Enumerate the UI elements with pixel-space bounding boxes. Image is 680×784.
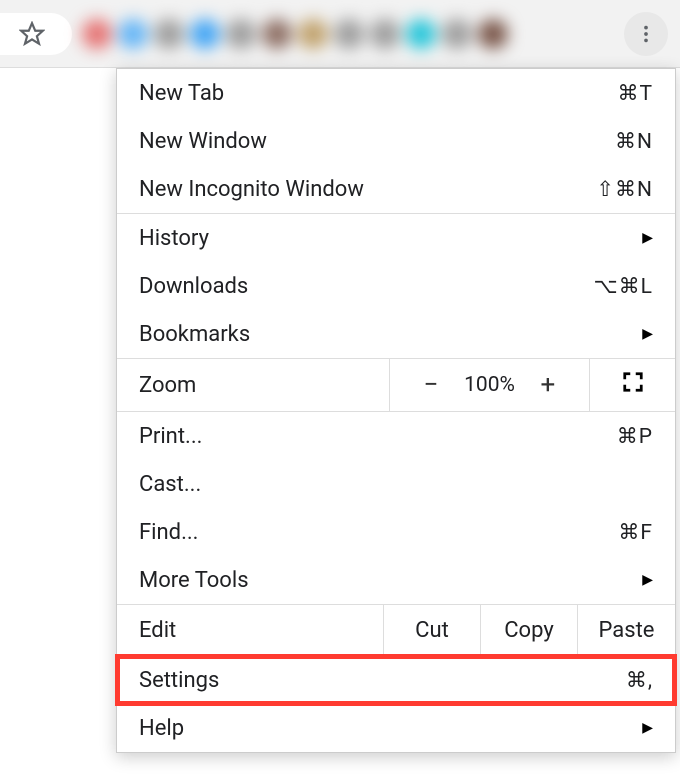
menu-section-settings: Settings ⌘, Help ▶	[117, 656, 675, 752]
menu-label: Find...	[139, 520, 618, 545]
menu-section-zoom: Zoom − 100% +	[117, 359, 675, 412]
extension-icon[interactable]	[442, 19, 472, 49]
menu-shortcut: ⌥⌘L	[593, 274, 653, 299]
menu-shortcut: ⌘F	[618, 520, 653, 545]
extension-icon[interactable]	[190, 19, 220, 49]
menu-item-settings[interactable]: Settings ⌘,	[117, 656, 675, 704]
menu-label: Print...	[139, 424, 617, 449]
chevron-right-icon: ▶	[642, 230, 653, 246]
menu-item-cast[interactable]: Cast...	[117, 460, 675, 508]
menu-item-print[interactable]: Print... ⌘P	[117, 412, 675, 460]
edit-row: Edit Cut Copy Paste	[117, 605, 675, 655]
extension-icon[interactable]	[82, 19, 112, 49]
menu-item-more-tools[interactable]: More Tools ▶	[117, 556, 675, 604]
zoom-value: 100%	[464, 373, 515, 397]
menu-item-bookmarks[interactable]: Bookmarks ▶	[117, 310, 675, 358]
menu-label: Help	[139, 716, 642, 741]
menu-item-help[interactable]: Help ▶	[117, 704, 675, 752]
menu-label: Cast...	[139, 472, 653, 497]
edit-paste-button[interactable]: Paste	[578, 605, 675, 655]
extension-icon[interactable]	[118, 19, 148, 49]
menu-item-downloads[interactable]: Downloads ⌥⌘L	[117, 262, 675, 310]
extension-icon[interactable]	[226, 19, 256, 49]
menu-section-edit: Edit Cut Copy Paste	[117, 605, 675, 656]
menu-label: Settings	[139, 668, 626, 693]
menu-item-new-window[interactable]: New Window ⌘N	[117, 117, 675, 165]
chevron-right-icon: ▶	[642, 572, 653, 588]
menu-label: New Incognito Window	[139, 177, 596, 202]
chevron-right-icon: ▶	[642, 720, 653, 736]
main-menu-dropdown: New Tab ⌘T New Window ⌘N New Incognito W…	[116, 68, 676, 753]
menu-item-history[interactable]: History ▶	[117, 214, 675, 262]
menu-item-find[interactable]: Find... ⌘F	[117, 508, 675, 556]
extension-icon[interactable]	[298, 19, 328, 49]
menu-shortcut: ⇧⌘N	[596, 177, 653, 202]
menu-label: New Tab	[139, 81, 617, 106]
extension-icon[interactable]	[370, 19, 400, 49]
menu-section-new: New Tab ⌘T New Window ⌘N New Incognito W…	[117, 69, 675, 214]
menu-section-tools: Print... ⌘P Cast... Find... ⌘F More Tool…	[117, 412, 675, 605]
menu-shortcut: ⌘,	[626, 668, 653, 693]
bookmark-star-icon[interactable]	[18, 20, 46, 48]
omnibox-end	[0, 13, 72, 55]
extension-icon[interactable]	[478, 19, 508, 49]
menu-section-history: History ▶ Downloads ⌥⌘L Bookmarks ▶	[117, 214, 675, 359]
zoom-controls: − 100% +	[390, 359, 590, 411]
extension-icon[interactable]	[406, 19, 436, 49]
browser-toolbar	[0, 0, 680, 68]
edit-copy-button[interactable]: Copy	[481, 605, 578, 655]
zoom-out-button[interactable]: −	[416, 370, 446, 400]
menu-label: More Tools	[139, 568, 642, 593]
fullscreen-icon	[622, 371, 644, 399]
fullscreen-button[interactable]	[590, 359, 675, 411]
extensions-area	[72, 14, 616, 54]
menu-shortcut: ⌘T	[617, 81, 653, 106]
menu-label: Downloads	[139, 274, 593, 299]
edit-label: Edit	[117, 605, 384, 655]
zoom-label: Zoom	[117, 359, 390, 411]
chevron-right-icon: ▶	[642, 326, 653, 342]
menu-label: History	[139, 226, 642, 251]
menu-shortcut: ⌘P	[617, 424, 653, 449]
menu-item-new-tab[interactable]: New Tab ⌘T	[117, 69, 675, 117]
menu-label: New Window	[139, 129, 615, 154]
zoom-row: Zoom − 100% +	[117, 359, 675, 411]
menu-label: Bookmarks	[139, 322, 642, 347]
extension-icon[interactable]	[154, 19, 184, 49]
extension-icon[interactable]	[334, 19, 364, 49]
main-menu-button[interactable]	[624, 12, 668, 56]
zoom-in-button[interactable]: +	[533, 370, 563, 400]
menu-item-new-incognito[interactable]: New Incognito Window ⇧⌘N	[117, 165, 675, 213]
extension-icon[interactable]	[262, 19, 292, 49]
edit-cut-button[interactable]: Cut	[384, 605, 481, 655]
menu-shortcut: ⌘N	[615, 129, 653, 154]
